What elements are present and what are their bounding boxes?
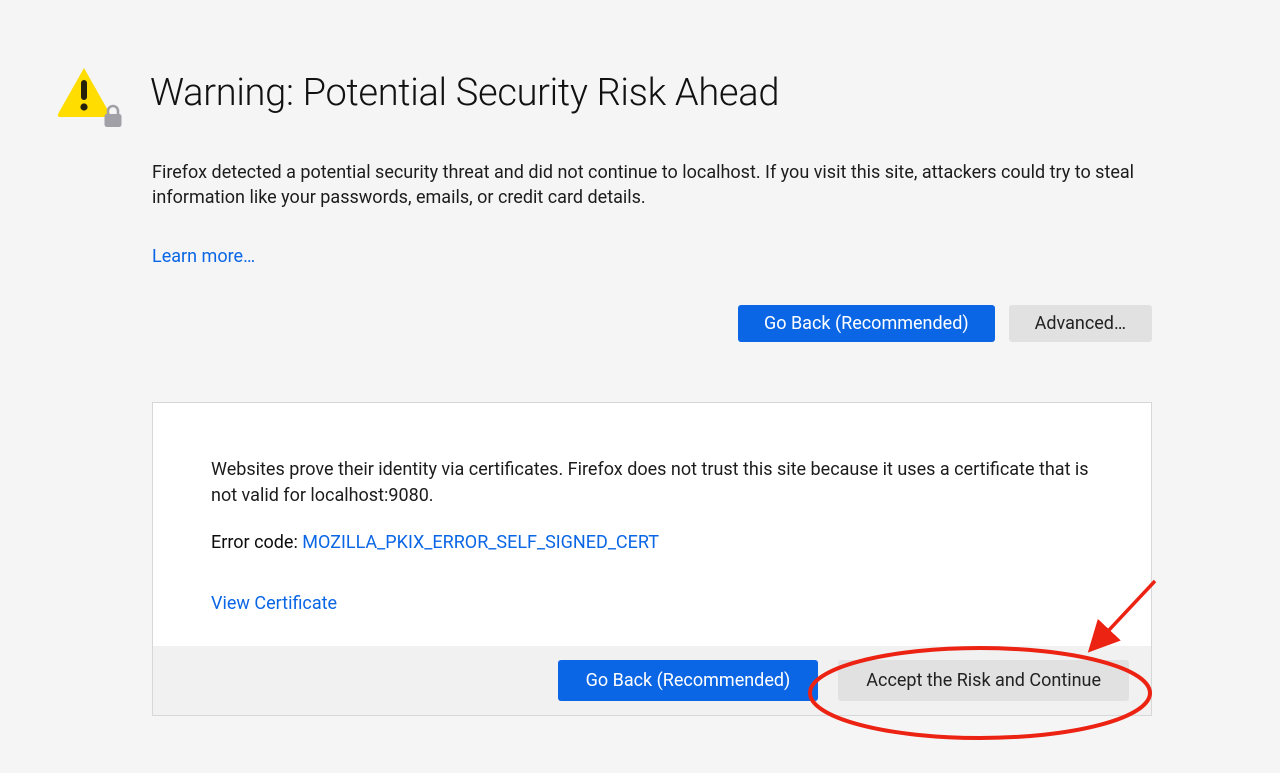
go-back-button-footer[interactable]: Go Back (Recommended) [558, 660, 819, 701]
panel-footer: Go Back (Recommended) Accept the Risk an… [153, 646, 1151, 715]
go-back-button[interactable]: Go Back (Recommended) [738, 305, 995, 342]
panel-explanation: Websites prove their identity via certif… [211, 457, 1093, 507]
advanced-panel: Websites prove their identity via certif… [152, 402, 1152, 715]
accept-risk-button[interactable]: Accept the Risk and Continue [838, 660, 1129, 701]
lock-icon [102, 104, 124, 128]
primary-button-row: Go Back (Recommended) Advanced… [152, 305, 1152, 342]
error-line: Error code: MOZILLA_PKIX_ERROR_SELF_SIGN… [211, 532, 1093, 553]
advanced-button[interactable]: Advanced… [1009, 305, 1152, 342]
view-certificate-link[interactable]: View Certificate [211, 593, 337, 614]
page-title: Warning: Potential Security Risk Ahead [150, 72, 779, 116]
body-block: Firefox detected a potential security th… [152, 160, 1152, 716]
learn-more-link[interactable]: Learn more… [152, 246, 255, 267]
advanced-panel-body: Websites prove their identity via certif… [153, 403, 1151, 645]
error-code-link[interactable]: MOZILLA_PKIX_ERROR_SELF_SIGNED_CERT [302, 532, 659, 553]
lead-paragraph: Firefox detected a potential security th… [152, 160, 1152, 210]
header-row: Warning: Potential Security Risk Ahead [56, 66, 1160, 122]
warning-icon-group [56, 66, 118, 122]
error-label: Error code: [211, 532, 302, 553]
security-warning-page: Warning: Potential Security Risk Ahead F… [0, 0, 1280, 756]
